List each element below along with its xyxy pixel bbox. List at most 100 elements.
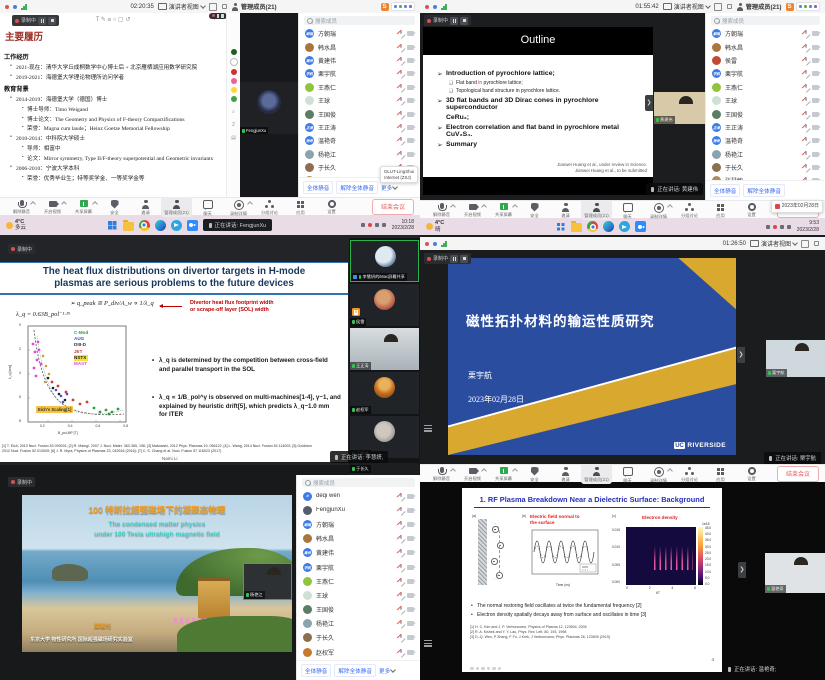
member-row[interactable]: 于长久 [706, 161, 825, 174]
pause-recording-button[interactable] [38, 17, 46, 25]
toolbar-button[interactable]: 解除静音 [426, 464, 457, 484]
mic-off-icon[interactable] [398, 84, 403, 91]
video-thumbnail[interactable]: 赵权军 [350, 372, 419, 414]
camera-off-icon[interactable] [407, 579, 414, 584]
chrome-icon[interactable] [139, 220, 150, 231]
toolbar-button[interactable]: 应用 [285, 197, 316, 217]
mic-off-icon[interactable] [398, 606, 403, 613]
end-meeting-button[interactable]: 结束会议 [372, 199, 414, 215]
toolbar-button[interactable]: 解除静音 [426, 200, 457, 220]
mic-off-icon[interactable] [803, 124, 808, 131]
toolbar-button[interactable]: 分组讨论 [674, 464, 705, 484]
edge-icon[interactable] [603, 221, 614, 232]
toolbar-button[interactable]: 分组讨论 [254, 197, 285, 217]
mic-off-icon[interactable] [803, 84, 808, 91]
member-row[interactable]: 王燕仁 [706, 81, 825, 94]
camera-off-icon[interactable] [812, 165, 819, 170]
annotation-color-palette[interactable]: ⌕ 2 ▤ [226, 13, 240, 197]
mic-off-icon[interactable] [398, 649, 403, 656]
zoom-tool-icon[interactable]: ⌕ [232, 109, 235, 115]
mute-all-button[interactable]: 全体静音 [301, 664, 331, 677]
stop-recording-button[interactable] [460, 255, 468, 263]
system-tray[interactable] [766, 225, 791, 229]
weather-widget[interactable]: 4°C多云 [6, 219, 26, 231]
video-thumbnail[interactable]: 杨艳江 [243, 563, 292, 600]
member-row[interactable]: 王国俊 [299, 107, 420, 120]
taskbar-clock[interactable]: 10:182023/2/28 [392, 219, 414, 232]
mic-off-icon[interactable] [398, 124, 403, 131]
pause-recording-button[interactable] [450, 17, 458, 25]
camera-off-icon[interactable] [407, 98, 414, 103]
toolbar-button[interactable]: 解除静音 [6, 197, 37, 217]
camera-off-icon[interactable] [407, 125, 414, 130]
mic-off-icon[interactable] [398, 578, 403, 585]
toolbar-button[interactable]: 开启视频 [37, 197, 68, 217]
mic-off-icon[interactable] [398, 549, 403, 556]
windows-start-button[interactable] [107, 220, 118, 231]
mic-off-icon[interactable] [803, 57, 808, 64]
camera-off-icon[interactable] [812, 31, 819, 36]
expand-panel-arrow[interactable]: ❯ [738, 562, 746, 578]
camera-off-icon[interactable] [407, 593, 414, 598]
camera-off-icon[interactable] [407, 508, 414, 513]
member-row[interactable]: 杨艳江 [299, 148, 420, 161]
camera-off-icon[interactable] [812, 71, 819, 76]
weather-widget[interactable]: 4°C晴 [426, 220, 444, 232]
color-swatch[interactable] [231, 96, 237, 102]
video-thumbnail[interactable]: 黄建伟 [654, 92, 705, 124]
unmute-all-button[interactable]: 解除全体静音 [336, 181, 378, 194]
toolbar-button[interactable]: 管理成员(21) [581, 464, 612, 484]
member-row[interactable]: FengjunXu [297, 503, 420, 517]
member-row[interactable]: 韩水昌 [299, 40, 420, 53]
camera-off-icon[interactable] [812, 125, 819, 130]
camera-off-icon[interactable] [407, 522, 414, 527]
meeting-app-icon[interactable] [187, 220, 198, 231]
toolbar-button[interactable]: 安全 [519, 200, 550, 220]
member-row[interactable]: 韩水昌 [706, 40, 825, 53]
mic-off-icon[interactable] [398, 592, 403, 599]
toolbar-button[interactable]: 共享屏幕 [488, 464, 519, 484]
camera-off-icon[interactable] [812, 138, 819, 143]
mic-off-icon[interactable] [398, 111, 403, 118]
mic-off-icon[interactable] [398, 521, 403, 528]
toolbar-button[interactable]: 录制详情 [643, 464, 674, 484]
toolbar-button[interactable]: 安全 [519, 464, 550, 484]
camera-off-icon[interactable] [407, 85, 414, 90]
exit-fullscreen-button[interactable] [813, 240, 820, 247]
camera-off-icon[interactable] [812, 85, 819, 90]
member-row[interactable]: 于长久 [297, 631, 420, 645]
member-row[interactable]: 艳奇 温艳奇 [706, 134, 825, 147]
toolbar-button[interactable]: 聊天 [612, 200, 643, 220]
video-thumbnail-camera-on[interactable]: 王正涛 [350, 328, 419, 370]
video-thumbnail[interactable]: 侯雷 [350, 284, 419, 326]
mute-all-button[interactable]: 全体静音 [303, 181, 333, 194]
camera-off-icon[interactable] [407, 45, 414, 50]
member-row[interactable]: 建伟 黄建伟 [299, 54, 420, 67]
member-row[interactable]: 赵权军 [297, 645, 420, 659]
camera-off-icon[interactable] [407, 635, 414, 640]
camera-off-icon[interactable] [812, 152, 819, 157]
toolbar-button[interactable]: 管理成员(21) [161, 197, 192, 217]
file-explorer-icon[interactable] [123, 222, 134, 231]
camera-off-icon[interactable] [407, 58, 414, 63]
mic-off-icon[interactable] [803, 111, 808, 118]
member-row[interactable]: 艳奇 温艳奇 [299, 134, 420, 147]
color-swatch[interactable] [231, 69, 237, 75]
sogou-input-toolbar[interactable]: S [786, 2, 821, 11]
camera-off-icon[interactable] [812, 58, 819, 63]
toolbar-button[interactable]: 管理成员(21) [581, 200, 612, 220]
camera-off-icon[interactable] [407, 31, 414, 36]
mic-off-icon[interactable] [398, 151, 403, 158]
presentation-controls[interactable] [470, 667, 501, 671]
toolbar-button[interactable]: 安全 [99, 197, 130, 217]
thumbnail-list-toggle[interactable] [424, 640, 432, 647]
toolbar-button[interactable]: 共享屏幕 [68, 197, 99, 217]
mic-off-icon[interactable] [398, 57, 403, 64]
mic-off-icon[interactable] [398, 620, 403, 627]
toolbar-button[interactable]: 开启视频 [457, 464, 488, 484]
member-row[interactable]: 正涛 王正涛 [299, 121, 420, 134]
toolbar-button[interactable]: 应用 [705, 464, 736, 484]
mic-off-icon[interactable] [398, 564, 403, 571]
toolbar-button[interactable]: 设置 [316, 197, 347, 217]
layout-selector[interactable]: 演讲者视图 [158, 2, 205, 11]
